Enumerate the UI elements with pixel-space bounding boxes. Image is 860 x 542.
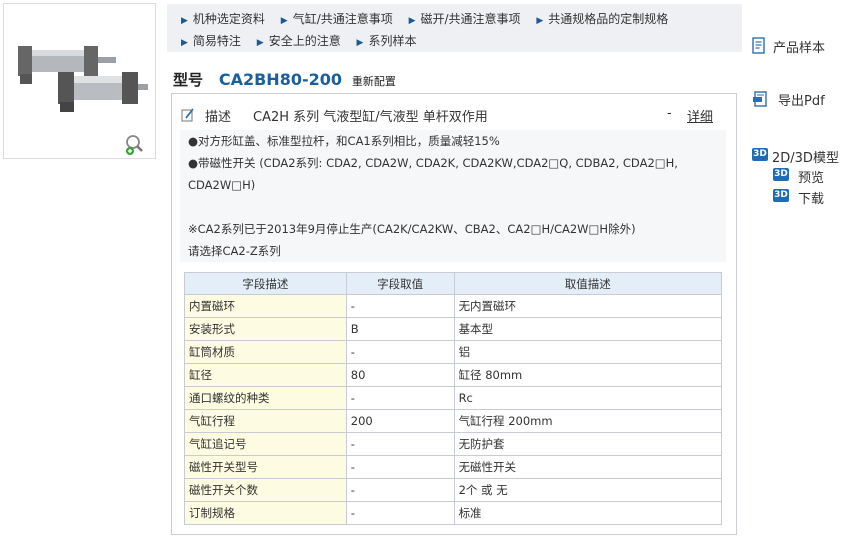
- nav-link-simple-order[interactable]: ▶ 简易特注: [181, 32, 241, 49]
- value-cell: 80: [345, 363, 455, 387]
- desc-cell: 缸径 80mm: [453, 363, 723, 387]
- triangle-right-icon: ▶: [280, 16, 288, 26]
- value-cell: -: [345, 294, 455, 318]
- field-cell: 安装形式: [184, 317, 347, 341]
- description-line: ※CA2系列已于2013年9月停止生产(CA2K/CA2KW、CBA2、CA2□…: [188, 222, 636, 236]
- 3d-badge-icon: 3D: [773, 189, 789, 202]
- value-cell: B: [345, 317, 455, 341]
- description-line: [188, 196, 726, 218]
- model-heading: 型号 CA2BH80-200 重新配置: [173, 69, 396, 90]
- description-header: 描述 CA2H 系列 气液型缸/气液型 单杆双作用 - 详细: [181, 106, 721, 126]
- 3d-badge-icon: 3D: [773, 168, 789, 181]
- pdf-export-icon: [753, 91, 767, 107]
- nav-link-switch-notes[interactable]: ▶ 磁开/共通注意事项: [409, 10, 521, 27]
- field-cell: 订制规格: [184, 501, 347, 525]
- value-cell: -: [345, 386, 455, 410]
- desc-cell: 2个 或 无: [453, 478, 723, 502]
- table-row: 安装形式 B 基本型: [184, 317, 723, 341]
- value-cell: -: [345, 340, 455, 364]
- nav-link-cylinder-notes[interactable]: ▶ 气缸/共通注意事项: [281, 10, 393, 27]
- field-cell: 磁性开关型号: [184, 455, 347, 479]
- desc-cell: 铝: [453, 340, 723, 364]
- export-pdf-button[interactable]: 导出Pdf: [752, 90, 825, 110]
- model-label: 型号: [173, 71, 204, 89]
- field-cell: 缸筒材质: [184, 340, 347, 364]
- nav-row-2: ▶ 简易特注 ▶ 安全上的注意 ▶ 系列样本: [181, 32, 428, 49]
- value-cell: -: [345, 455, 455, 479]
- column-header: 取值描述: [453, 272, 723, 295]
- download-3d-link[interactable]: 3D 下载: [773, 188, 824, 207]
- field-cell: 内置磁环: [184, 294, 347, 318]
- description-line: CDA2W□H): [188, 178, 256, 192]
- value-cell: 200: [345, 409, 455, 433]
- quick-links-nav: ▶ 机种选定资料 ▶ 气缸/共通注意事项 ▶ 磁开/共通注意事项 ▶ 共通规格品的定制规…: [167, 4, 742, 52]
- triangle-right-icon: ▶: [181, 16, 188, 26]
- value-cell: -: [345, 478, 455, 502]
- description-label: 描述: [205, 110, 232, 125]
- pencil-icon: [181, 108, 194, 122]
- nav-link-custom-spec[interactable]: ▶ 共通规格品的定制规格: [536, 10, 668, 27]
- triangle-right-icon: ▶: [356, 38, 364, 48]
- triangle-right-icon: ▶: [536, 16, 544, 26]
- description-body: ●对方形缸盖、标准型拉杆，和CA1系列相比，质量减轻15% ●带磁性开关 (CD…: [180, 130, 726, 262]
- table-row: 磁性开关型号 - 无磁性开关: [184, 455, 723, 479]
- table-header-row: 字段描述 字段取值 取值描述: [184, 272, 723, 295]
- table-row: 缸径 80 缸径 80mm: [184, 363, 723, 387]
- description-line: ●对方形缸盖、标准型拉杆，和CA1系列相比，质量减轻15%: [188, 134, 500, 148]
- nav-row-1: ▶ 机种选定资料 ▶ 气缸/共通注意事项 ▶ 磁开/共通注意事项 ▶ 共通规格品的定制规…: [181, 10, 680, 27]
- desc-cell: 基本型: [453, 317, 723, 341]
- catalog-button[interactable]: 产品样本: [751, 37, 825, 57]
- triangle-right-icon: ▶: [408, 16, 416, 26]
- nav-link-series-catalog[interactable]: ▶ 系列样本: [357, 32, 417, 49]
- reconfigure-link[interactable]: 重新配置: [352, 75, 396, 88]
- column-header: 字段描述: [184, 272, 347, 295]
- desc-cell: 无防护套: [453, 432, 723, 456]
- table-row: 气缸行程 200 气缸行程 200mm: [184, 409, 723, 433]
- table-row: 磁性开关个数 -2个 或 无: [184, 478, 723, 502]
- field-cell: 通口螺纹的种类: [184, 386, 347, 410]
- description-line: 请选择CA2-Z系列: [188, 244, 281, 258]
- catalog-icon: [752, 37, 765, 54]
- description-line: ●带磁性开关 (CDA2系列: CDA2, CDA2W, CDA2K, CDA2…: [188, 156, 678, 170]
- column-header: 字段取值: [345, 272, 455, 295]
- model-code: CA2BH80-200: [218, 70, 342, 89]
- nav-link-selection-data[interactable]: ▶ 机种选定资料: [181, 10, 265, 27]
- desc-cell: 标准: [453, 501, 723, 525]
- description-panel: 描述 CA2H 系列 气液型缸/气液型 单杆双作用 - 详细 ●对方形缸盖、标准…: [171, 93, 737, 535]
- desc-cell: 气缸行程 200mm: [453, 409, 723, 433]
- detail-link[interactable]: 详细: [687, 106, 713, 125]
- desc-cell: 无内置磁环: [453, 294, 723, 318]
- desc-cell: Rc: [453, 386, 723, 410]
- table-row: 缸筒材质 - 铝: [184, 340, 723, 364]
- table-row: 订制规格 - 标准: [184, 501, 723, 525]
- nav-link-safety[interactable]: ▶ 安全上的注意: [257, 32, 341, 49]
- magnify-plus-icon[interactable]: [124, 134, 146, 156]
- desc-cell: 无磁性开关: [453, 455, 723, 479]
- product-image-panel: [3, 3, 156, 159]
- triangle-right-icon: ▶: [181, 38, 188, 48]
- product-image: [18, 46, 148, 112]
- 3d-badge-icon: 3D: [752, 148, 768, 161]
- description-summary: CA2H 系列 气液型缸/气液型 单杆双作用: [253, 110, 488, 125]
- table-row: 内置磁环 - 无内置磁环: [184, 294, 723, 318]
- triangle-right-icon: ▶: [256, 38, 264, 48]
- table-row: 通口螺纹的种类 - Rc: [184, 386, 723, 410]
- table-row: 气缸追记号 - 无防护套: [184, 432, 723, 456]
- field-cell: 气缸追记号: [184, 432, 347, 456]
- field-cell: 缸径: [184, 363, 347, 387]
- field-cell: 磁性开关个数: [184, 478, 347, 502]
- value-cell: -: [345, 501, 455, 525]
- spec-table: 字段描述 字段取值 取值描述 内置磁环 - 无内置磁环 安装形式 B 基本型 缸筒材质 -…: [184, 272, 723, 525]
- value-cell: -: [345, 432, 455, 456]
- field-cell: 气缸行程: [184, 409, 347, 433]
- preview-3d-link[interactable]: 3D 预览: [773, 167, 824, 186]
- model-3d-link[interactable]: 3D 2D/3D模型: [752, 147, 839, 166]
- detail-dash: -: [667, 106, 672, 121]
